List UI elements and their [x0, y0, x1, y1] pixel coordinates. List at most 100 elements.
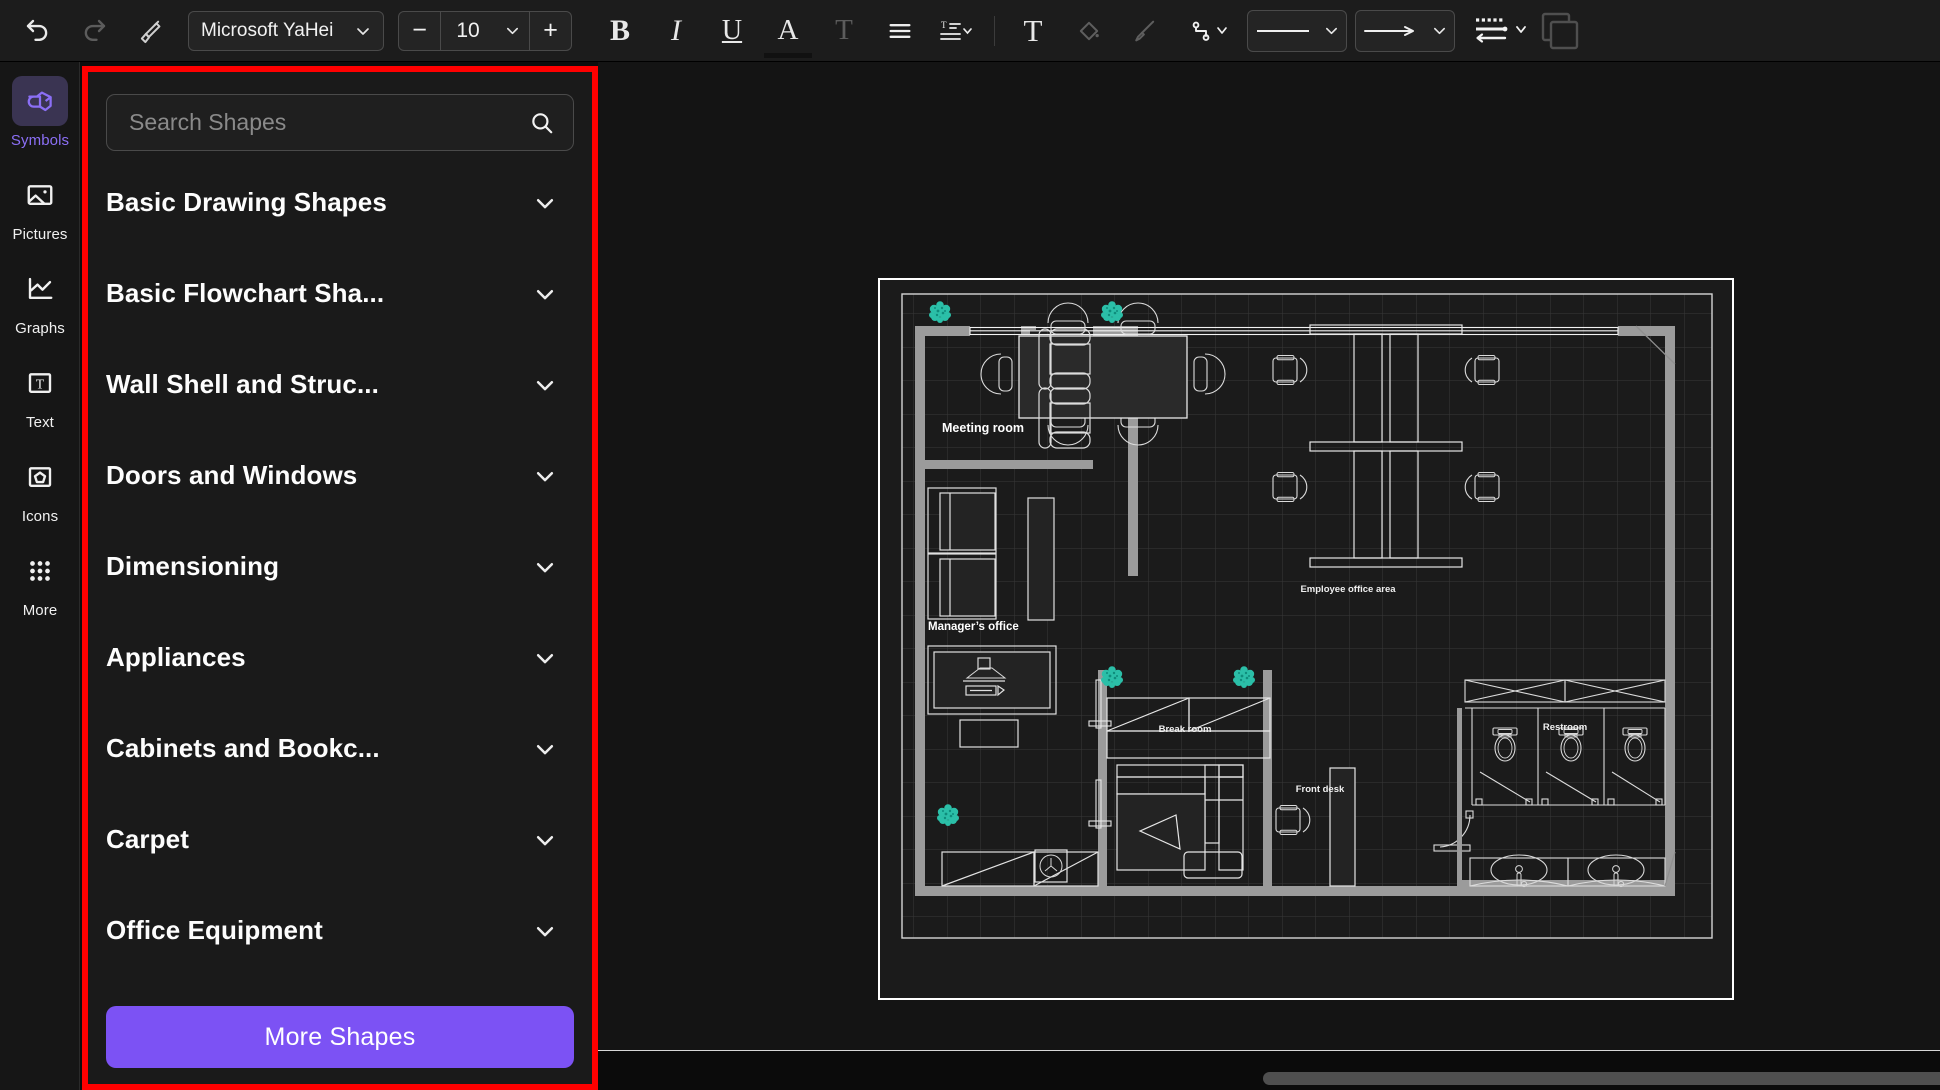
chevron-down-icon — [357, 27, 369, 35]
category-wall-shell-and-structure[interactable]: Wall Shell and Struc... — [106, 339, 574, 430]
search-icon[interactable] — [529, 110, 555, 136]
chevron-down-icon[interactable] — [534, 465, 556, 487]
left-rail: Symbols Pictures Graphs T Text Icons Mor… — [0, 62, 80, 1090]
chevron-down-icon[interactable] — [534, 374, 556, 396]
floor-plan-drawing[interactable]: Meeting room Employee office area Manage… — [880, 280, 1732, 998]
underline-button[interactable]: U — [704, 7, 760, 55]
solid-line-icon — [1256, 29, 1309, 32]
category-office-equipment[interactable]: Office Equipment — [106, 885, 574, 976]
decrease-font-size-button[interactable]: − — [399, 11, 441, 50]
more-icon — [12, 546, 68, 596]
line-spacing-button[interactable]: T — [928, 7, 984, 55]
sidebar-item-label: More — [22, 602, 58, 619]
sidebar-item-label: Graphs — [15, 320, 65, 337]
plan-label-meeting-room: Meeting room — [942, 421, 1024, 435]
svg-text:T: T — [36, 377, 45, 392]
shape-button[interactable] — [1541, 7, 1611, 55]
align-icon — [889, 23, 911, 38]
top-toolbar: Microsoft YaHei − 10 + B I U A T T T — [0, 0, 1940, 62]
font-size-value[interactable]: 10 — [441, 12, 495, 50]
more-shapes-button[interactable]: More Shapes — [106, 1006, 574, 1068]
line-type-button[interactable] — [1465, 7, 1541, 55]
undo-button[interactable] — [10, 7, 66, 55]
category-label: Cabinets and Bookc... — [106, 733, 380, 763]
plan-label-employee-office-area: Employee office area — [1300, 584, 1396, 595]
category-label: Dimensioning — [106, 551, 280, 581]
bold-button[interactable]: B — [592, 7, 648, 55]
search-input[interactable] — [129, 109, 529, 136]
text-box-button[interactable]: T — [1005, 7, 1061, 55]
chevron-down-icon[interactable] — [534, 647, 556, 669]
chevron-down-icon[interactable] — [534, 192, 556, 214]
format-painter-button[interactable] — [122, 7, 178, 55]
page-sheet[interactable]: Meeting room Employee office area Manage… — [878, 278, 1734, 1000]
text-effect-button[interactable]: T — [816, 7, 872, 55]
sidebar-item-symbols[interactable]: Symbols — [0, 76, 80, 168]
line-style-select[interactable] — [1247, 9, 1347, 52]
category-carpet[interactable]: Carpet — [106, 794, 574, 885]
font-size-group: − 10 + — [398, 10, 572, 51]
font-family-value: Microsoft YaHei — [201, 19, 334, 41]
arrow-icon — [1363, 25, 1414, 36]
category-label: Wall Shell and Struc... — [106, 369, 379, 399]
plan-label-managers-office: Manager’s office — [928, 621, 1019, 633]
icons-icon — [12, 452, 68, 502]
shapes-panel: Basic Drawing Shapes Basic Flowchart Sha… — [82, 66, 598, 1090]
category-label: Office Equipment — [106, 915, 323, 945]
chevron-down-icon — [1434, 27, 1446, 35]
drawing-canvas[interactable]: Meeting room Employee office area Manage… — [598, 62, 1940, 1090]
italic-button[interactable]: I — [648, 7, 704, 55]
sidebar-item-more[interactable]: More — [0, 546, 80, 638]
chevron-down-icon[interactable] — [534, 556, 556, 578]
graphs-icon — [12, 264, 68, 314]
text-icon: T — [12, 358, 68, 408]
plan-label-front-desk: Front desk — [1296, 784, 1345, 795]
category-label: Appliances — [106, 642, 246, 672]
font-size-dropdown-button[interactable] — [495, 12, 529, 50]
chevron-down-icon[interactable] — [534, 829, 556, 851]
chevron-down-icon[interactable] — [534, 920, 556, 942]
increase-font-size-button[interactable]: + — [529, 11, 571, 50]
sidebar-item-text[interactable]: T Text — [0, 358, 80, 450]
line-type-icon — [1476, 17, 1526, 43]
line-spacing-icon: T — [940, 20, 972, 40]
chevron-down-icon — [1326, 27, 1338, 35]
align-button[interactable] — [872, 7, 928, 55]
plan-label-restroom: Restroom — [1543, 722, 1587, 733]
category-label: Carpet — [106, 824, 189, 854]
plan-label-break-room: Break room — [1159, 724, 1212, 735]
category-appliances[interactable]: Appliances — [106, 612, 574, 703]
redo-button[interactable] — [66, 7, 122, 55]
sidebar-item-label: Symbols — [10, 132, 70, 149]
toolbar-divider — [994, 15, 995, 46]
fill-button[interactable] — [1061, 7, 1117, 55]
category-basic-drawing-shapes[interactable]: Basic Drawing Shapes — [106, 157, 574, 248]
category-doors-and-windows[interactable]: Doors and Windows — [106, 430, 574, 521]
shape-icon — [1541, 12, 1579, 49]
font-color-button[interactable]: A — [760, 7, 816, 58]
connector-button[interactable] — [1183, 7, 1239, 55]
application-window: Microsoft YaHei − 10 + B I U A T T T Sym… — [0, 0, 1940, 1090]
search-shapes-box[interactable] — [106, 94, 574, 151]
sidebar-item-label: Icons — [21, 508, 59, 525]
chevron-down-icon[interactable] — [534, 283, 556, 305]
category-cabinets-and-bookcases[interactable]: Cabinets and Bookc... — [106, 703, 574, 794]
category-basic-flowchart-shapes[interactable]: Basic Flowchart Sha... — [106, 248, 574, 339]
category-dimensioning[interactable]: Dimensioning — [106, 521, 574, 612]
sidebar-item-icons[interactable]: Icons — [0, 452, 80, 544]
symbols-icon — [12, 76, 68, 126]
pictures-icon — [12, 170, 68, 220]
sidebar-item-pictures[interactable]: Pictures — [0, 170, 80, 262]
shape-category-list: Basic Drawing Shapes Basic Flowchart Sha… — [106, 157, 574, 976]
font-family-select[interactable]: Microsoft YaHei — [188, 10, 384, 51]
chevron-down-icon[interactable] — [534, 738, 556, 760]
arrow-style-select[interactable] — [1355, 9, 1455, 52]
category-label: Basic Flowchart Sha... — [106, 278, 385, 308]
chevron-down-icon — [506, 27, 518, 35]
horizontal-scrollbar[interactable] — [1263, 1072, 1940, 1085]
category-label: Doors and Windows — [106, 460, 358, 490]
brush-icon — [1135, 20, 1155, 41]
brush-button[interactable] — [1117, 7, 1173, 55]
sidebar-item-graphs[interactable]: Graphs — [0, 264, 80, 356]
category-label: Basic Drawing Shapes — [106, 187, 387, 217]
